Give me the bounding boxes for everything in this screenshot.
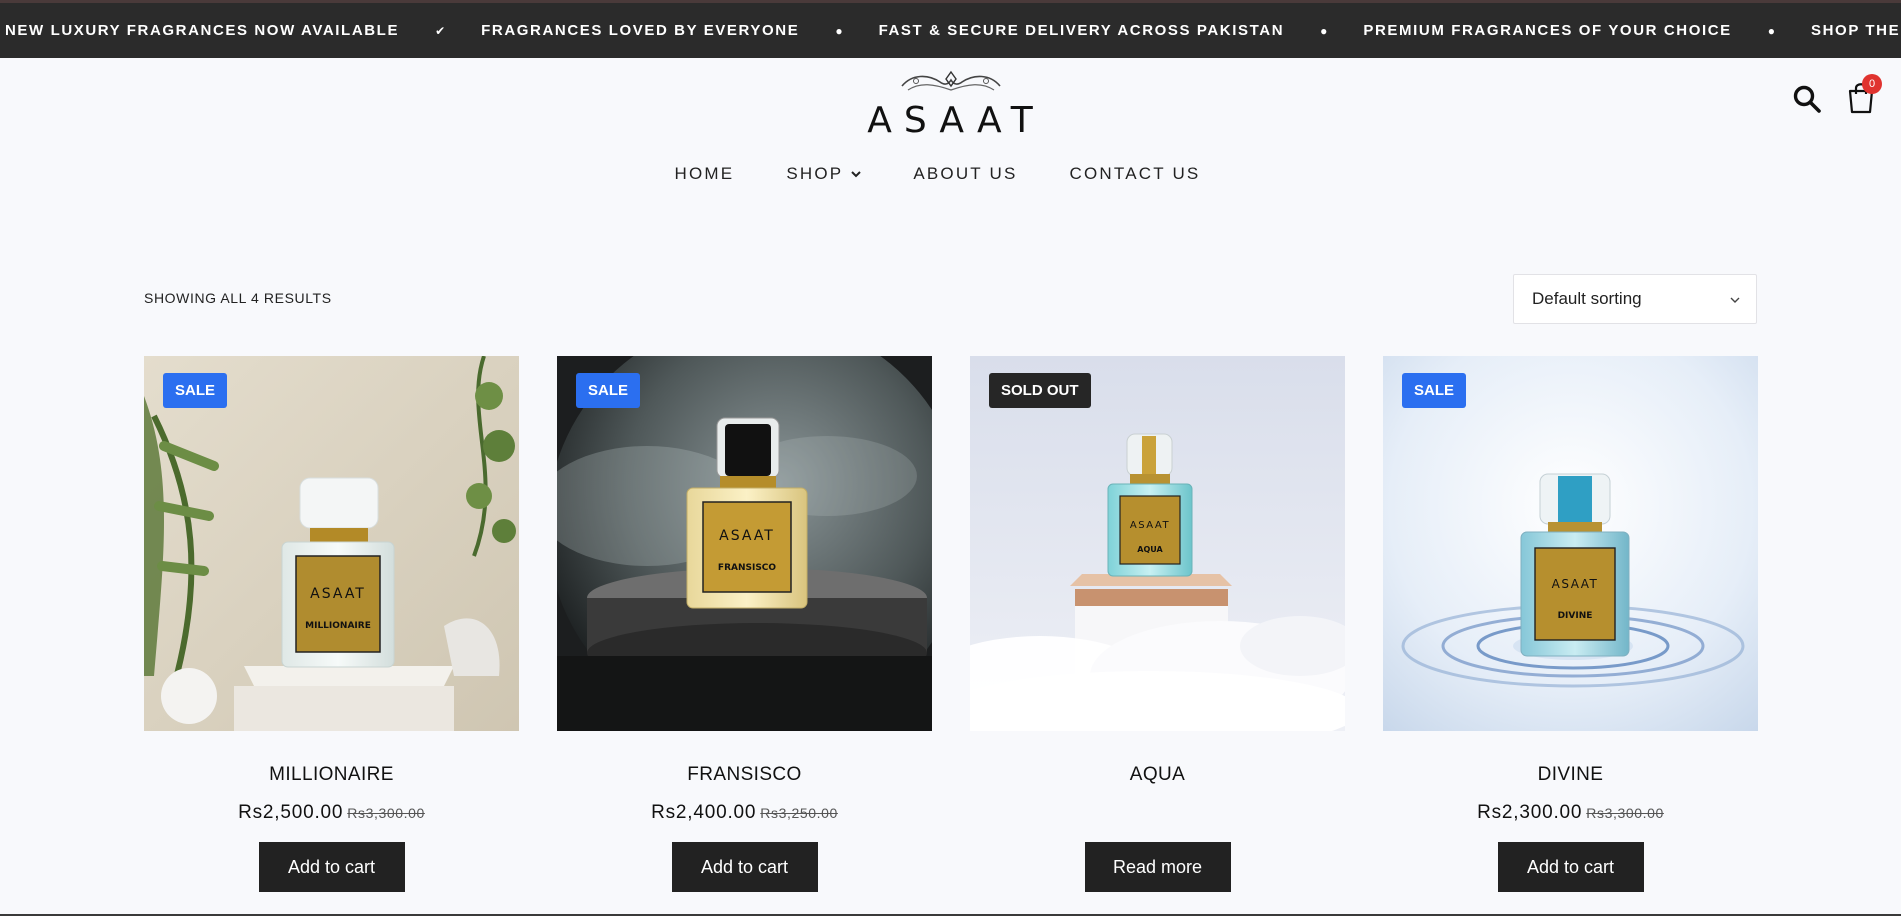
original-price: Rs3,300.00 <box>1586 805 1664 821</box>
perfume-bottle-image: ASAAT MILLIONAIRE <box>144 356 519 731</box>
sort-value: Default sorting <box>1532 289 1642 308</box>
announcement-ticker: NEW LUXURY FRAGRANCES NOW AVAILABLE ✔ FR… <box>0 0 1901 58</box>
check-icon: ✔ <box>435 23 446 38</box>
ticker-item: NEW LUXURY FRAGRANCES NOW AVAILABLE <box>5 22 400 39</box>
bottle-label-name: DIVINE <box>1558 611 1593 621</box>
site-logo[interactable]: ASAAT <box>856 70 1046 144</box>
ticker-item: PREMIUM FRAGRANCES OF YOUR CHOICE <box>1363 22 1732 39</box>
product-title[interactable]: DIVINE <box>1383 764 1758 786</box>
chevron-down-icon <box>851 171 862 178</box>
nav-item-shop[interactable]: SHOP <box>760 164 887 184</box>
product-image[interactable]: ASAAT AQUA SOLD OUT <box>970 356 1345 731</box>
bottle-label-brand: ASAAT <box>1130 520 1170 531</box>
original-price: Rs3,250.00 <box>760 805 838 821</box>
product-title[interactable]: AQUA <box>970 764 1345 786</box>
main-nav: HOME SHOP ABOUT US CONTACT US <box>0 164 1901 184</box>
product-card: ASAAT AQUA SOLD OUT AQUA Read more <box>970 356 1345 892</box>
original-price: Rs3,300.00 <box>347 805 425 821</box>
sale-badge: SALE <box>163 373 228 408</box>
current-price: Rs2,300.00 <box>1477 802 1583 823</box>
nav-item-contact-us[interactable]: CONTACT US <box>1044 164 1227 184</box>
results-count: SHOWING ALL 4 RESULTS <box>144 290 332 306</box>
nav-item-about-us[interactable]: ABOUT US <box>887 164 1043 184</box>
bottle-label-brand: ASAAT <box>1552 577 1599 591</box>
sort-select[interactable]: Default sorting <box>1513 274 1757 324</box>
ticker-item: SHOP THE LATEST COLLECT <box>1811 22 1901 39</box>
current-price: Rs2,400.00 <box>651 802 757 823</box>
perfume-bottle-image: ASAAT DIVINE <box>1383 356 1758 731</box>
bullet-icon: ● <box>1320 23 1328 38</box>
add-to-cart-button[interactable]: Add to cart <box>1497 842 1644 892</box>
product-price <box>970 802 1345 826</box>
bottle-label-brand: ASAAT <box>719 528 775 544</box>
ticker-item: FAST & SECURE DELIVERY ACROSS PAKISTAN <box>878 22 1285 39</box>
current-price: Rs2,500.00 <box>238 802 344 823</box>
bullet-icon: ● <box>835 23 843 38</box>
logo-ornament-icon <box>901 70 1001 91</box>
product-card: ASAAT MILLIONAIRE SALE MILLIONAIRE Rs2,5… <box>144 356 519 892</box>
product-card: ASAAT DIVINE SALE DIVINE Rs2,300.00 Rs3,3… <box>1383 356 1758 892</box>
bullet-icon: ● <box>1767 23 1776 38</box>
sale-badge: SALE <box>576 373 641 408</box>
product-title[interactable]: FRANSISCO <box>557 764 932 786</box>
product-price: Rs2,300.00 Rs3,300.00 <box>1383 802 1758 826</box>
nav-item-home[interactable]: HOME <box>675 164 761 184</box>
perfume-bottle-image: ASAAT FRANSISCO <box>557 356 932 731</box>
logo-text: ASAAT <box>867 100 1045 141</box>
nav-label: HOME <box>674 164 735 183</box>
nav-label: SHOP <box>786 164 844 183</box>
site-header: ASAAT 0 HOME SHOP ABOUT US CONTACT US <box>0 58 1901 208</box>
bottle-label-name: AQUA <box>1137 545 1163 554</box>
perfume-bottle-image: ASAAT AQUA <box>970 356 1345 731</box>
product-price: Rs2,500.00 Rs3,300.00 <box>144 802 519 826</box>
sale-badge: SALE <box>1402 373 1467 408</box>
product-card: ASAAT FRANSISCO SALE FRANSISCO Rs2,400.0… <box>557 356 932 892</box>
product-image[interactable]: ASAAT FRANSISCO SALE <box>557 356 932 731</box>
bottle-label-name: MILLIONAIRE <box>305 621 371 631</box>
sold-out-badge: SOLD OUT <box>989 373 1091 408</box>
product-image[interactable]: ASAAT DIVINE SALE <box>1383 356 1758 731</box>
nav-label: CONTACT US <box>1069 164 1201 183</box>
add-to-cart-button[interactable]: Add to cart <box>258 842 405 892</box>
product-image[interactable]: ASAAT MILLIONAIRE SALE <box>144 356 519 731</box>
ticker-item: FRAGRANCES LOVED BY EVERYONE <box>481 22 800 39</box>
product-grid: ASAAT MILLIONAIRE SALE MILLIONAIRE Rs2,5… <box>144 356 1758 892</box>
product-price: Rs2,400.00 Rs3,250.00 <box>557 802 932 826</box>
bottle-label-name: FRANSISCO <box>718 563 776 573</box>
cart-count-badge: 0 <box>1862 74 1882 94</box>
add-to-cart-button[interactable]: Add to cart <box>671 842 818 892</box>
nav-label: ABOUT US <box>913 164 1018 183</box>
search-icon[interactable] <box>1792 84 1822 114</box>
read-more-button[interactable]: Read more <box>1084 842 1231 892</box>
bottle-label-brand: ASAAT <box>310 586 366 602</box>
chevron-down-icon <box>1730 297 1740 303</box>
product-title[interactable]: MILLIONAIRE <box>144 764 519 786</box>
